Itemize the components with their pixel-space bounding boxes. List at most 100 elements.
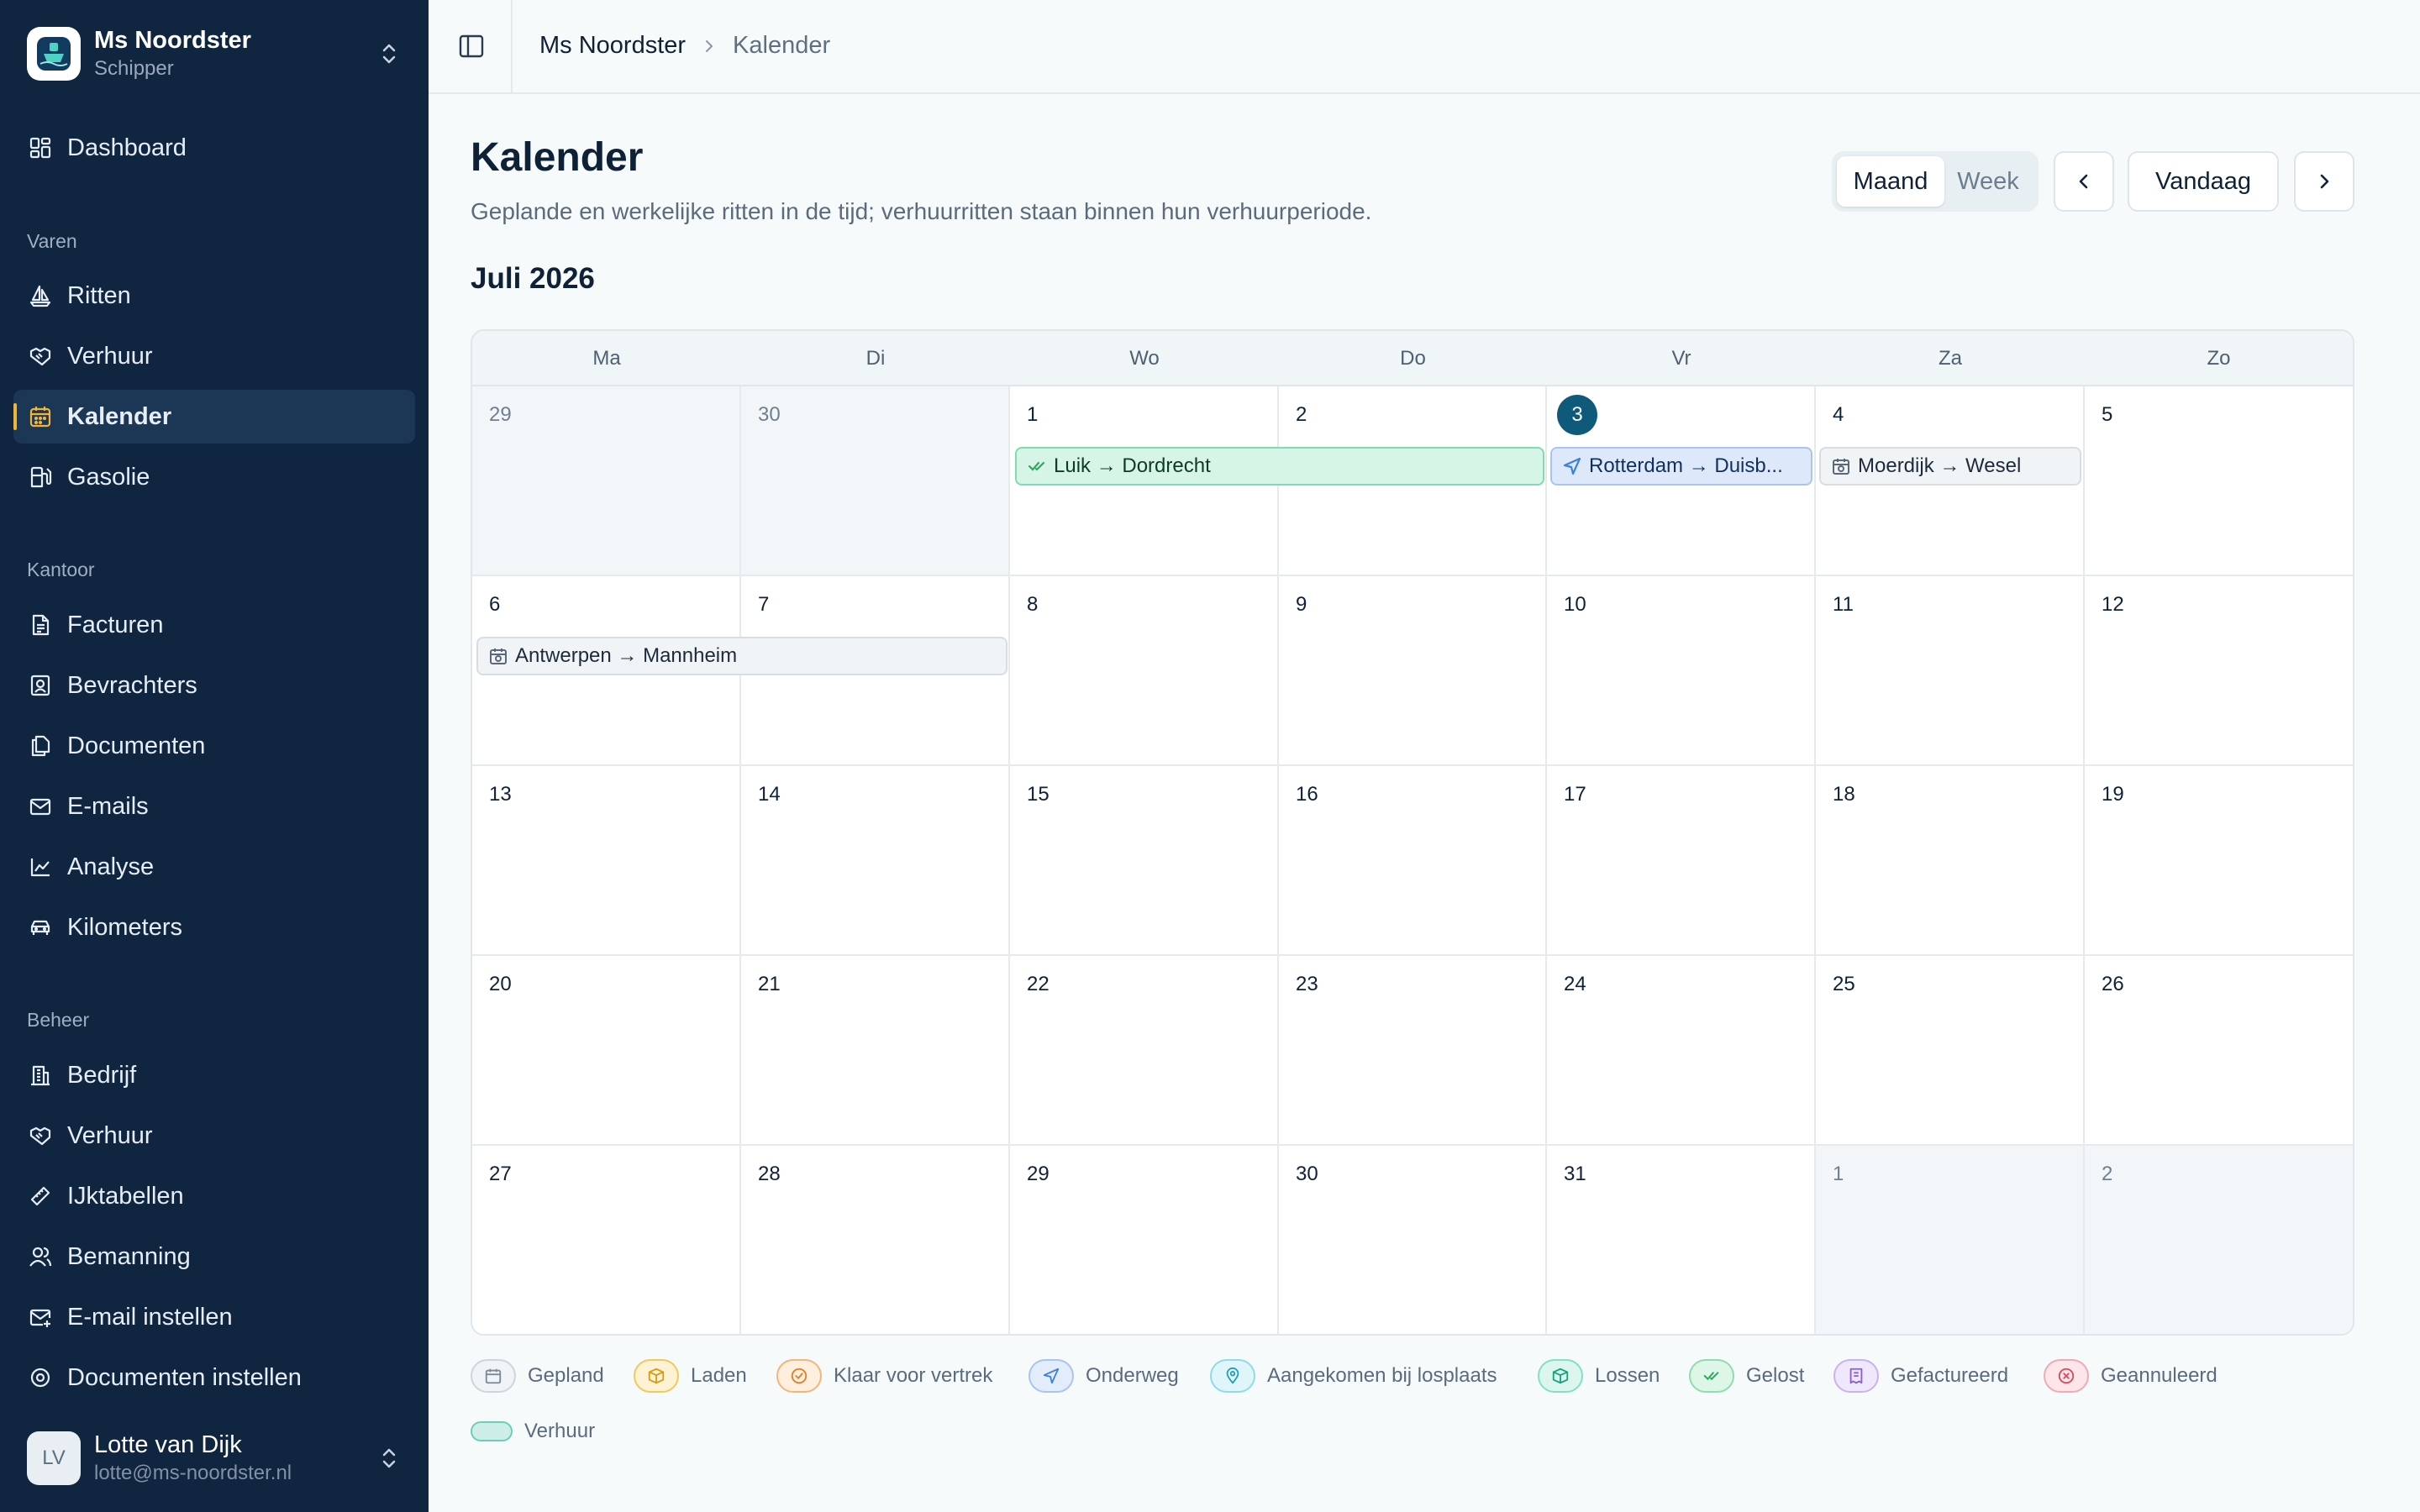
sidebar-item-gasolie[interactable]: Gasolie	[13, 450, 415, 504]
day-cell[interactable]: 30	[741, 386, 1010, 576]
day-cell[interactable]: 27	[472, 1146, 741, 1334]
event-antwerpen-mannheim[interactable]: Antwerpen → Mannheim	[476, 637, 1007, 675]
legend-label: Aangekomen bij losplaats	[1267, 1364, 1497, 1387]
day-cell[interactable]: 22	[1010, 956, 1279, 1146]
handshake-icon	[27, 1122, 54, 1149]
sidebar-item-dashboard[interactable]: Dashboard	[13, 121, 415, 175]
mail-icon	[27, 793, 54, 820]
legend-label: Geannuleerd	[2101, 1364, 2217, 1387]
today-button[interactable]: Vandaag	[2128, 151, 2279, 212]
event-luik-dordrecht[interactable]: Luik → Dordrecht	[1015, 447, 1544, 486]
day-cell[interactable]: 24	[1547, 956, 1816, 1146]
day-cell[interactable]: 28	[741, 1146, 1010, 1334]
sidebar-item-documenten[interactable]: Documenten	[13, 719, 415, 773]
event-label: Luik → Dordrecht	[1054, 454, 1211, 477]
breadcrumb-ship[interactable]: Ms Noordster	[539, 32, 686, 60]
day-cell[interactable]: 5	[2085, 386, 2353, 576]
day-cell[interactable]: 19	[2085, 766, 2353, 956]
sidebar-item-kilometers[interactable]: Kilometers	[13, 900, 415, 954]
legend-item-klaar-voor-vertrek: Klaar voor vertrek	[776, 1359, 992, 1393]
sidebar-item-bedrijf[interactable]: Bedrijf	[13, 1048, 415, 1102]
sidebar-item-verhuur[interactable]: Verhuur	[13, 329, 415, 383]
day-cell[interactable]: 2	[2085, 1146, 2353, 1334]
view-month-button[interactable]: Maand	[1837, 156, 1944, 207]
weekday-ma: Ma	[592, 347, 621, 370]
day-cell[interactable]: 26	[2085, 956, 2353, 1146]
sidebar-item-label: Verhuur	[67, 342, 153, 370]
sidebar-item-email-instellen[interactable]: E-mail instellen	[13, 1290, 415, 1344]
avatar: LV	[27, 1431, 81, 1485]
day-cell[interactable]: 11	[1816, 576, 2085, 766]
view-toggle: Maand Week	[1832, 151, 2039, 212]
weekday-header: Ma Di Wo Do Vr Za Zo	[472, 331, 2353, 386]
event-moerdijk-wesel[interactable]: Moerdijk → Wesel	[1819, 447, 2081, 486]
sidebar-item-bemanning[interactable]: Bemanning	[13, 1230, 415, 1284]
day-number: 26	[2102, 973, 2124, 995]
sidebar-item-label: Dashboard	[67, 134, 187, 161]
sidebar-item-analyse[interactable]: Analyse	[13, 840, 415, 894]
legend-label: Klaar voor vertrek	[834, 1364, 993, 1387]
users-icon	[27, 1243, 54, 1270]
sailboat-icon	[27, 282, 54, 309]
sidebar-item-kalender[interactable]: Kalender	[13, 390, 415, 444]
day-cell[interactable]: 10	[1547, 576, 1816, 766]
page-subtitle: Geplande en werkelijke ritten in de tijd…	[471, 198, 1372, 224]
day-cell[interactable]: 23	[1279, 956, 1547, 1146]
day-number: 29	[1027, 1163, 1050, 1185]
user-menu[interactable]: LV Lotte van Dijk lotte@ms-noordster.nl	[13, 1421, 415, 1495]
ship-switcher[interactable]: Ms Noordster Schipper	[13, 13, 415, 94]
legend-item-aangekomen: Aangekomen bij losplaats	[1210, 1359, 1497, 1393]
previous-month-button[interactable]	[2054, 151, 2114, 212]
sidebar-item-label: Ritten	[67, 281, 131, 309]
day-cell[interactable]: 13	[472, 766, 741, 956]
day-cell[interactable]: 16	[1279, 766, 1547, 956]
event-rotterdam-duisburg[interactable]: Rotterdam → Duisb...	[1550, 447, 1812, 486]
day-cell[interactable]: 14	[741, 766, 1010, 956]
sidebar-toggle-icon[interactable]	[457, 32, 486, 60]
calendar-icon	[27, 403, 54, 430]
building-icon	[27, 1062, 54, 1089]
next-month-button[interactable]	[2294, 151, 2354, 212]
day-cell[interactable]: 30	[1279, 1146, 1547, 1334]
sidebar-item-documenten-instellen[interactable]: Documenten instellen	[13, 1351, 415, 1404]
day-cell[interactable]: 25	[1816, 956, 2085, 1146]
chevron-left-icon	[2079, 174, 2088, 189]
day-number: 1	[1833, 1163, 1844, 1185]
sidebar-item-bevrachters[interactable]: Bevrachters	[13, 659, 415, 712]
day-number: 11	[1833, 593, 1854, 616]
sidebar-item-label: Bemanning	[67, 1242, 191, 1270]
sidebar-item-emails[interactable]: E-mails	[13, 780, 415, 833]
day-number: 13	[489, 783, 512, 806]
day-cell[interactable]: 9	[1279, 576, 1547, 766]
legend-label: Gepland	[528, 1364, 604, 1387]
day-number: 15	[1027, 783, 1050, 806]
day-number: 9	[1296, 593, 1307, 616]
day-cell[interactable]: 1	[1816, 1146, 2085, 1334]
sidebar-item-ritten[interactable]: Ritten	[13, 269, 415, 323]
day-cell[interactable]: 29	[472, 386, 741, 576]
day-cell[interactable]: 18	[1816, 766, 2085, 956]
day-number: 12	[2102, 593, 2124, 616]
day-cell[interactable]: 31	[1547, 1146, 1816, 1334]
sidebar-item-verhuur-beheer[interactable]: Verhuur	[13, 1109, 415, 1163]
nav-group-varen: Varen	[27, 230, 77, 252]
legend-item-geannuleerd: Geannuleerd	[2044, 1359, 2217, 1393]
day-cell[interactable]: 29	[1010, 1146, 1279, 1334]
double-check-icon	[1689, 1359, 1734, 1393]
legend-item-laden: Laden	[634, 1359, 747, 1393]
view-week-button[interactable]: Week	[1944, 156, 2032, 207]
day-cell[interactable]: 12	[2085, 576, 2353, 766]
chevrons-up-down-icon	[382, 1448, 396, 1468]
sidebar-item-facturen[interactable]: Facturen	[13, 598, 415, 652]
day-cell[interactable]: 17	[1547, 766, 1816, 956]
day-cell[interactable]: 15	[1010, 766, 1279, 956]
contact-icon	[27, 672, 54, 699]
day-cell[interactable]: 20	[472, 956, 741, 1146]
settings-icon	[27, 1364, 54, 1391]
sidebar-item-label: Kalender	[67, 402, 172, 430]
day-number: 27	[489, 1163, 512, 1185]
package-icon	[634, 1359, 679, 1393]
sidebar-item-ijktabellen[interactable]: IJktabellen	[13, 1169, 415, 1223]
day-cell[interactable]: 21	[741, 956, 1010, 1146]
day-cell[interactable]: 8	[1010, 576, 1279, 766]
